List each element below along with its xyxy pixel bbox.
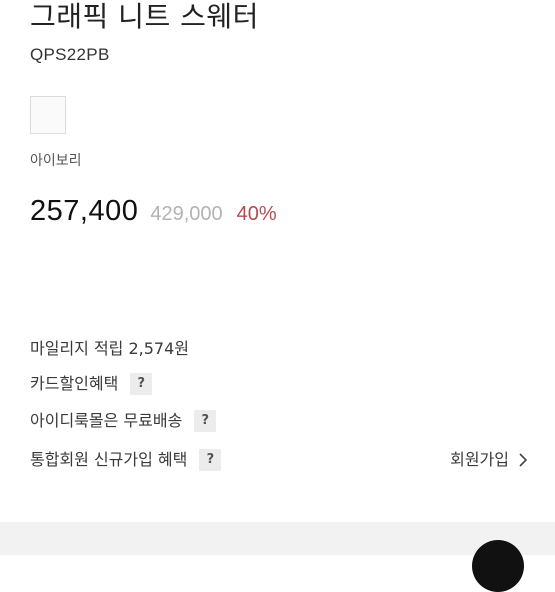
card-discount-row: 카드할인혜택 ? — [30, 373, 153, 395]
join-link[interactable]: 회원가입 — [450, 449, 527, 471]
signup-benefit-help-button[interactable]: ? — [199, 449, 222, 471]
card-discount-label: 카드할인혜택 — [30, 374, 119, 393]
sale-price: 257,400 — [30, 195, 139, 227]
join-label: 회원가입 — [450, 450, 509, 469]
free-shipping-label: 아이디룩몰은 무료배송 — [30, 411, 183, 430]
free-shipping-help-button[interactable]: ? — [194, 410, 217, 432]
color-name: 아이보리 — [30, 153, 82, 169]
signup-benefit-row: 통합회원 신규가입 혜택 ? — [30, 449, 222, 471]
footer-bar — [0, 522, 555, 555]
free-shipping-row: 아이디룩몰은 무료배송 ? — [30, 410, 217, 432]
signup-benefit-label: 통합회원 신규가입 혜택 — [30, 450, 188, 469]
original-price: 429,000 — [150, 203, 223, 225]
color-swatch-ivory[interactable] — [30, 96, 66, 134]
product-title: 그래픽 니트 스웨터 — [30, 0, 259, 33]
mileage-info: 마일리지 적립 2,574원 — [30, 338, 189, 360]
card-discount-help-button[interactable]: ? — [130, 373, 153, 395]
mileage-label: 마일리지 적립 2,574원 — [30, 339, 190, 358]
floating-action-button[interactable] — [472, 540, 524, 592]
product-code: QPS22PB — [30, 45, 110, 64]
discount-rate: 40% — [236, 203, 277, 225]
chevron-right-icon — [519, 453, 527, 467]
price-row: 257,400 429,000 40% — [30, 195, 277, 228]
